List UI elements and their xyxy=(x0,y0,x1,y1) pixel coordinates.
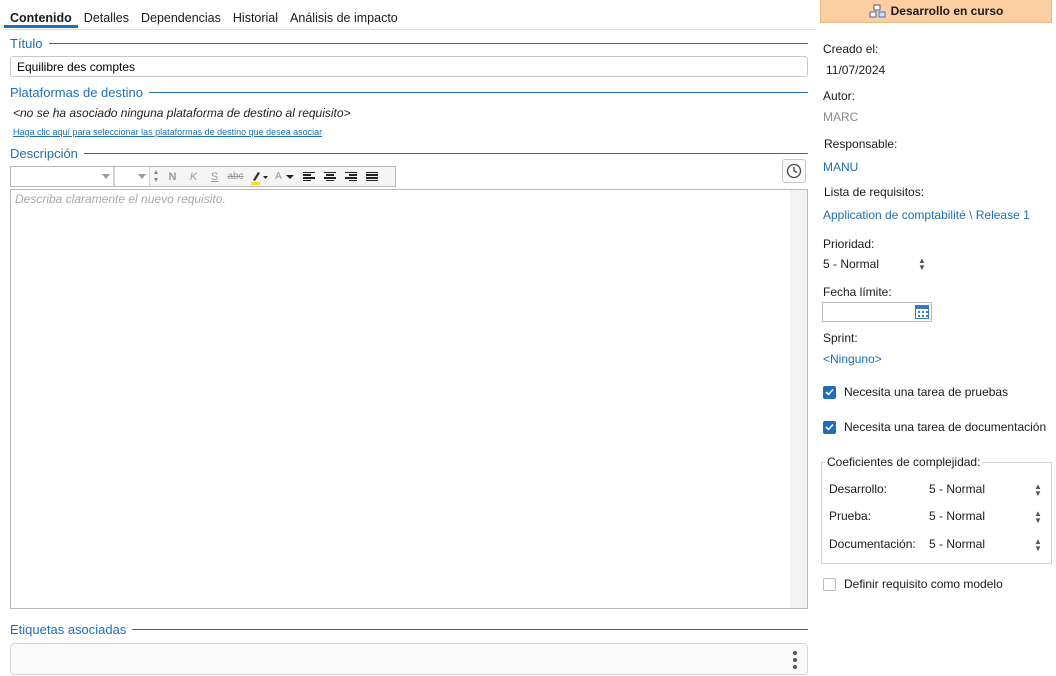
complexity-group: Coeficientes de complejidad: Desarrollo:… xyxy=(821,455,1052,564)
chevron-down-icon xyxy=(138,174,146,179)
checkbox-checked-icon xyxy=(823,420,836,434)
status-button[interactable]: Desarrollo en curso xyxy=(820,0,1052,23)
justify-button[interactable] xyxy=(361,167,382,186)
underline-button[interactable]: S xyxy=(204,167,225,186)
history-button[interactable] xyxy=(782,159,806,183)
tags-heading: Etiquetas asociadas xyxy=(10,622,127,637)
tab-dependencias[interactable]: Dependencias xyxy=(135,8,227,28)
complexity-legend: Coeficientes de complejidad: xyxy=(825,455,983,469)
font-color-label: A xyxy=(275,171,282,182)
docs-stepper[interactable]: ▲ ▼ xyxy=(1034,538,1042,553)
priority-stepper[interactable]: ▲ ▼ xyxy=(918,257,926,272)
italic-button[interactable]: K xyxy=(183,167,204,186)
author-label: Autor: xyxy=(823,89,856,103)
arrow-down-icon: ▼ xyxy=(1034,489,1042,498)
arrow-down-icon: ▼ xyxy=(1034,516,1042,525)
align-center-button[interactable] xyxy=(319,167,340,186)
divider xyxy=(148,92,808,93)
title-section-heading: Título xyxy=(10,36,808,51)
tab-bar: Contenido Detalles Dependencias Historia… xyxy=(4,8,404,30)
sprint-label: Sprint: xyxy=(823,331,858,345)
justify-icon xyxy=(365,171,378,182)
dev-value[interactable]: 5 - Normal xyxy=(929,482,985,496)
divider xyxy=(48,43,808,44)
align-center-icon xyxy=(323,171,336,182)
tab-contenido[interactable]: Contenido xyxy=(4,8,78,28)
font-color-button[interactable]: A xyxy=(272,167,298,186)
created-label: Creado el: xyxy=(823,42,879,56)
author-value: MARC xyxy=(823,110,859,124)
docs-task-checkbox[interactable]: Necesita una tarea de documentación xyxy=(823,420,1046,434)
platforms-section-heading: Plataformas de destino xyxy=(10,85,808,100)
editor-scrollbar[interactable] xyxy=(790,190,807,608)
status-label: Desarrollo en curso xyxy=(890,4,1004,18)
docs-task-label: Necesita una tarea de documentación xyxy=(844,420,1047,434)
requirement-list-label: Lista de requisitos: xyxy=(824,185,925,199)
arrow-down-icon: ▼ xyxy=(1034,544,1042,553)
responsible-label: Responsable: xyxy=(824,137,898,151)
select-platforms-link[interactable]: Haga clic aquí para seleccionar las plat… xyxy=(13,127,322,137)
title-input[interactable] xyxy=(10,56,808,77)
checkbox-checked-icon xyxy=(823,385,836,399)
description-placeholder: Describa claramente el nuevo requisito. xyxy=(15,192,226,206)
created-value: 11/07/2024 xyxy=(826,63,886,77)
strikethrough-button[interactable]: abc xyxy=(225,167,246,186)
more-options-icon[interactable] xyxy=(793,651,797,669)
deadline-input[interactable] xyxy=(822,302,932,322)
platforms-heading: Plataformas de destino xyxy=(10,85,143,100)
chevron-down-icon xyxy=(285,174,294,179)
tab-analisis-impacto[interactable]: Análisis de impacto xyxy=(284,8,404,28)
responsible-value[interactable]: MANU xyxy=(823,160,858,174)
tab-historial[interactable]: Historial xyxy=(227,8,284,28)
chevron-down-icon xyxy=(102,174,110,179)
align-right-icon xyxy=(344,171,357,182)
docs-label: Documentación: xyxy=(829,537,916,551)
arrow-down-icon: ▼ xyxy=(152,176,160,184)
docs-value[interactable]: 5 - Normal xyxy=(929,537,985,551)
font-family-select[interactable] xyxy=(11,167,114,186)
arrow-down-icon: ▼ xyxy=(918,263,926,272)
align-right-button[interactable] xyxy=(340,167,361,186)
divider xyxy=(83,153,808,154)
clock-icon xyxy=(786,163,802,179)
description-editor[interactable]: Describa claramente el nuevo requisito. xyxy=(10,189,808,609)
highlighter-icon xyxy=(251,171,268,185)
priority-label: Prioridad: xyxy=(823,237,875,251)
font-size-stepper[interactable]: ▲ ▼ xyxy=(150,167,162,186)
sprint-value[interactable]: <Ninguno> xyxy=(823,352,882,366)
dev-stepper[interactable]: ▲ ▼ xyxy=(1034,483,1042,498)
arrow-up-icon: ▲ xyxy=(152,168,160,176)
divider xyxy=(132,629,808,630)
requirement-list-value[interactable]: Application de comptabilité \ Release 1 xyxy=(823,208,1030,222)
rich-text-toolbar: ▲ ▼ N K S abc A xyxy=(10,166,396,187)
highlight-button[interactable] xyxy=(246,167,272,186)
align-left-button[interactable] xyxy=(298,167,319,186)
tags-section-heading: Etiquetas asociadas xyxy=(10,622,808,637)
description-heading: Descripción xyxy=(10,146,78,161)
font-size-select[interactable] xyxy=(114,167,150,186)
tags-input[interactable] xyxy=(10,643,808,675)
title-heading: Título xyxy=(10,36,43,51)
checkbox-unchecked-icon xyxy=(823,577,836,591)
description-section-heading: Descripción xyxy=(10,146,808,161)
test-value[interactable]: 5 - Normal xyxy=(929,509,985,523)
workflow-icon xyxy=(869,4,887,18)
bold-button[interactable]: N xyxy=(162,167,183,186)
deadline-label: Fecha límite: xyxy=(823,285,892,299)
no-platforms-note: <no se ha asociado ninguna plataforma de… xyxy=(13,106,351,120)
align-left-icon xyxy=(302,171,315,182)
template-checkbox[interactable]: Definir requisito como modelo xyxy=(823,577,1003,591)
priority-value[interactable]: 5 - Normal xyxy=(823,257,879,271)
tab-divider xyxy=(4,29,816,30)
tab-detalles[interactable]: Detalles xyxy=(78,8,135,28)
tests-task-checkbox[interactable]: Necesita una tarea de pruebas xyxy=(823,385,1008,399)
tests-task-label: Necesita una tarea de pruebas xyxy=(844,385,1009,399)
template-label: Definir requisito como modelo xyxy=(844,577,1003,591)
calendar-icon[interactable] xyxy=(915,305,929,319)
test-label: Prueba: xyxy=(829,509,872,523)
dev-label: Desarrollo: xyxy=(829,482,888,496)
test-stepper[interactable]: ▲ ▼ xyxy=(1034,510,1042,525)
